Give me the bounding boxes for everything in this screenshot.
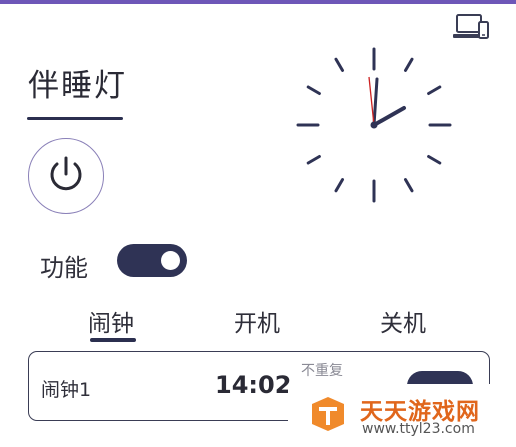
tab-power-off[interactable]: 关机 (380, 304, 426, 338)
tab-indicator (90, 338, 136, 342)
analog-clock (293, 44, 455, 206)
watermark-logo-icon (308, 394, 348, 434)
alarm-time: 14:02 (215, 371, 292, 399)
power-icon (43, 151, 89, 201)
watermark-url: www.ttyl23.com (362, 421, 475, 437)
watermark: 天天游戏网 www.ttyl23.com (288, 384, 516, 447)
laptop-phone-icon[interactable] (452, 12, 490, 42)
toggle-knob (161, 251, 180, 270)
power-button[interactable] (28, 138, 104, 214)
page-title: 伴睡灯 (28, 68, 127, 104)
alarm-repeat: 不重复 (301, 363, 343, 379)
alarm-name: 闹钟1 (41, 379, 92, 401)
top-accent-bar (0, 0, 516, 4)
function-toggle[interactable] (117, 244, 187, 277)
title-underline (27, 117, 123, 120)
tab-power-on[interactable]: 开机 (234, 304, 280, 338)
tab-alarm[interactable]: 闹钟 (88, 304, 134, 338)
function-label: 功能 (40, 254, 88, 282)
